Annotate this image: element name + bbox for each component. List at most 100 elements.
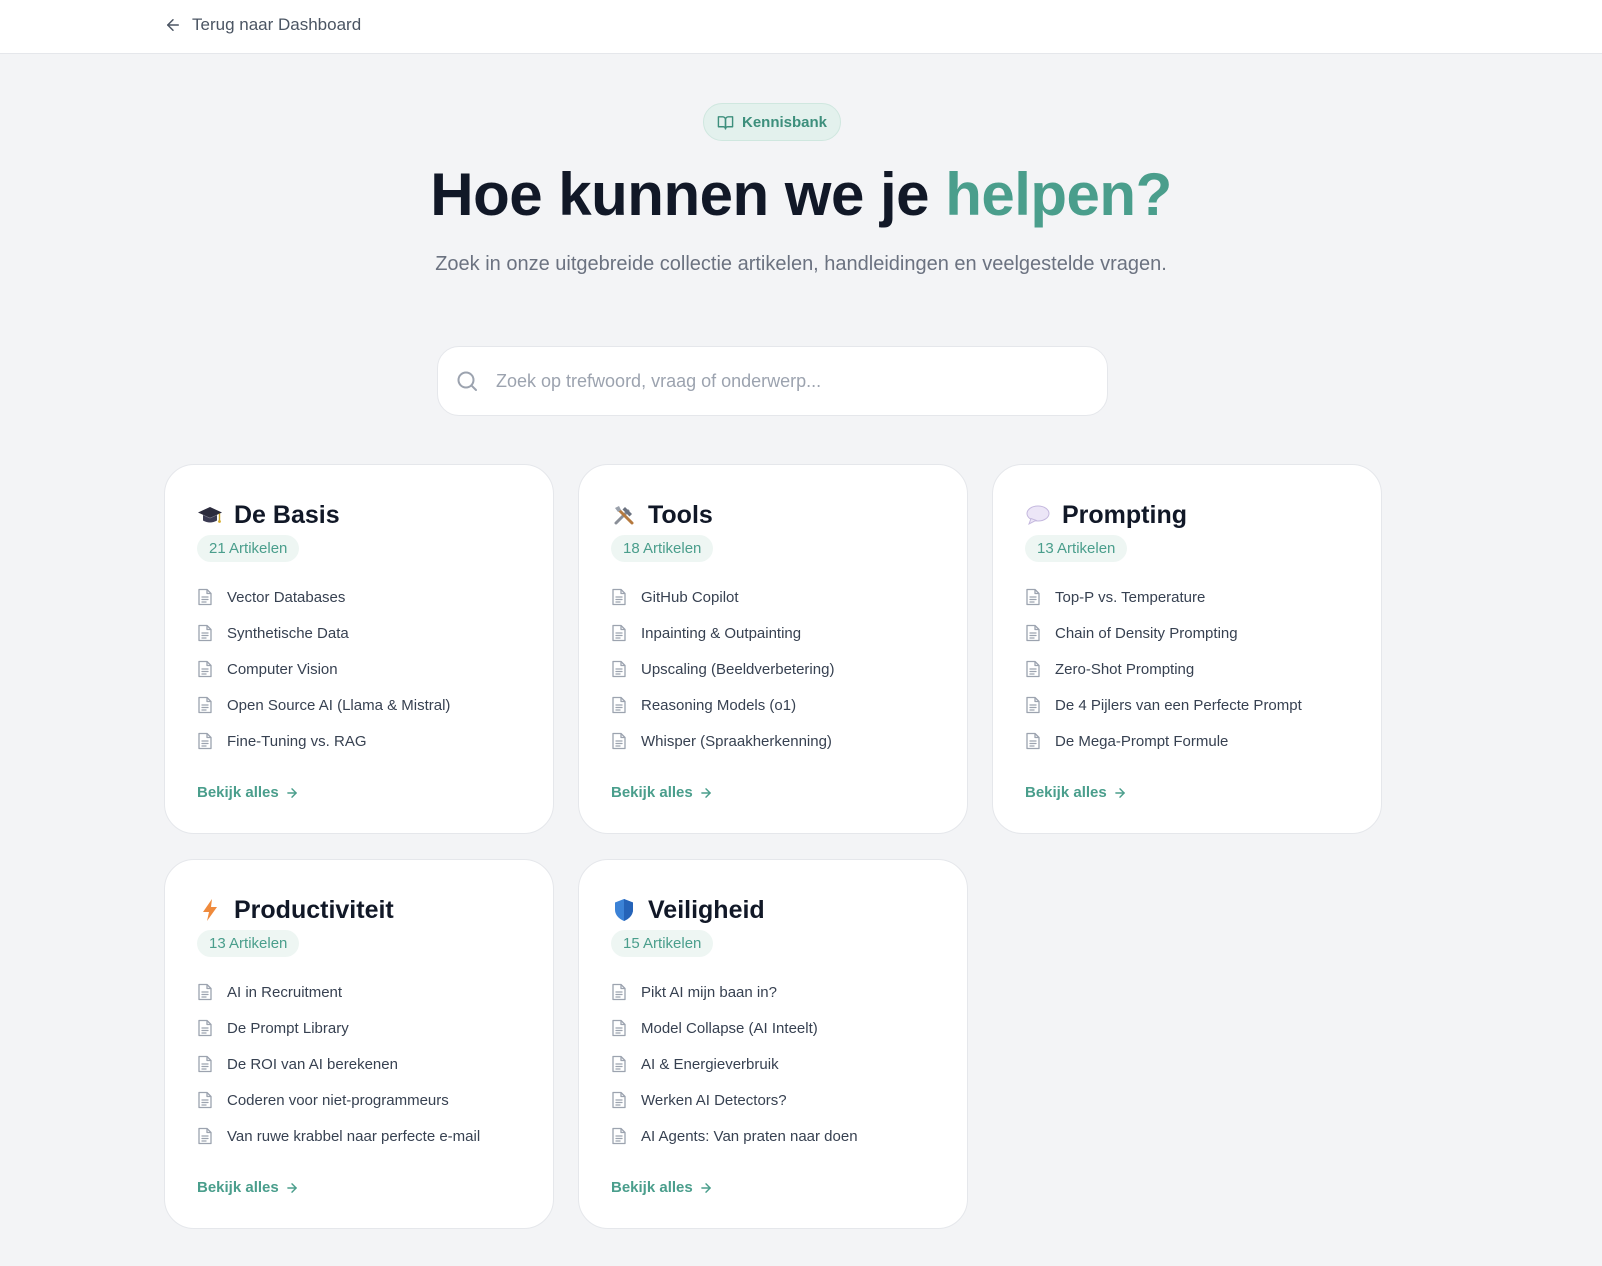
article-title: Top-P vs. Temperature xyxy=(1055,588,1206,606)
card-header: De Basis xyxy=(197,499,521,531)
article-link[interactable]: De Prompt Library xyxy=(197,1010,521,1046)
article-link[interactable]: Inpainting & Outpainting xyxy=(611,615,935,651)
document-icon xyxy=(198,732,212,750)
article-link[interactable]: AI in Recruitment xyxy=(197,974,521,1010)
tools-icon xyxy=(611,502,637,528)
graduation-cap-icon xyxy=(197,502,223,528)
arrow-right-icon xyxy=(286,1182,297,1193)
search-box[interactable] xyxy=(437,346,1108,416)
card-header: Prompting xyxy=(1025,499,1349,531)
document-icon xyxy=(1026,732,1040,750)
article-title: Vector Databases xyxy=(227,588,346,606)
document-icon xyxy=(612,1019,626,1037)
article-link[interactable]: Reasoning Models (o1) xyxy=(611,687,935,723)
article-title: De Mega-Prompt Formule xyxy=(1055,732,1229,750)
article-title: Synthetische Data xyxy=(227,624,349,642)
document-icon xyxy=(612,983,626,1001)
article-count-badge: 15 Artikelen xyxy=(611,930,714,957)
article-list: Top-P vs. Temperature Chain of Density Pr… xyxy=(1025,579,1349,759)
document-icon xyxy=(198,1127,212,1145)
see-all-link[interactable]: Bekijk alles xyxy=(611,1179,713,1196)
article-link[interactable]: Werken AI Detectors? xyxy=(611,1082,935,1118)
top-bar: Terug naar Dashboard xyxy=(0,0,1602,54)
category-card: Tools 18 Artikelen GitHub Copilot Inpaintin… xyxy=(578,464,968,834)
article-title: Fine-Tuning vs. RAG xyxy=(227,732,367,750)
card-title[interactable]: Productiviteit xyxy=(234,896,394,925)
document-icon xyxy=(198,1091,212,1109)
article-title: Open Source AI (Llama & Mistral) xyxy=(227,696,451,714)
article-link[interactable]: Upscaling (Beeldverbetering) xyxy=(611,651,935,687)
article-title: Whisper (Spraakherkenning) xyxy=(641,732,832,750)
search-input[interactable] xyxy=(496,370,1076,392)
article-title: AI Agents: Van praten naar doen xyxy=(641,1127,858,1145)
article-title: AI in Recruitment xyxy=(227,983,343,1001)
article-title: Pikt AI mijn baan in? xyxy=(641,983,777,1001)
see-all-link[interactable]: Bekijk alles xyxy=(611,784,713,801)
see-all-label: Bekijk alles xyxy=(611,784,693,801)
document-icon xyxy=(198,696,212,714)
article-link[interactable]: GitHub Copilot xyxy=(611,579,935,615)
article-list: GitHub Copilot Inpainting & Outpainting Up… xyxy=(611,579,935,759)
page-subtitle: Zoek in onze uitgebreide collectie artik… xyxy=(435,253,1167,275)
page-title: Hoe kunnen we je helpen? xyxy=(0,160,1602,229)
article-link[interactable]: Computer Vision xyxy=(197,651,521,687)
article-link[interactable]: Van ruwe krabbel naar perfecte e-mail xyxy=(197,1118,521,1154)
document-icon xyxy=(198,1055,212,1073)
card-title[interactable]: Veiligheid xyxy=(648,896,765,925)
document-icon xyxy=(198,588,212,606)
card-header: Veiligheid xyxy=(611,894,935,926)
article-link[interactable]: Vector Databases xyxy=(197,579,521,615)
article-link[interactable]: Coderen voor niet-programmeurs xyxy=(197,1082,521,1118)
article-link[interactable]: Chain of Density Prompting xyxy=(1025,615,1349,651)
card-title[interactable]: Tools xyxy=(648,501,713,530)
arrow-right-icon xyxy=(286,787,297,798)
article-title: Chain of Density Prompting xyxy=(1055,624,1238,642)
document-icon xyxy=(198,624,212,642)
article-link[interactable]: De 4 Pijlers van een Perfecte Prompt xyxy=(1025,687,1349,723)
document-icon xyxy=(612,1055,626,1073)
see-all-label: Bekijk alles xyxy=(197,784,279,801)
article-title: Werken AI Detectors? xyxy=(641,1091,787,1109)
title-accent: helpen? xyxy=(945,161,1172,228)
article-title: Inpainting & Outpainting xyxy=(641,624,802,642)
document-icon xyxy=(612,624,626,642)
document-icon xyxy=(1026,660,1040,678)
article-link[interactable]: AI Agents: Van praten naar doen xyxy=(611,1118,935,1154)
document-icon xyxy=(1026,696,1040,714)
title-main: Hoe kunnen we je xyxy=(430,161,946,228)
document-icon xyxy=(612,1127,626,1145)
document-icon xyxy=(612,696,626,714)
article-link[interactable]: Open Source AI (Llama & Mistral) xyxy=(197,687,521,723)
article-link[interactable]: AI & Energieverbruik xyxy=(611,1046,935,1082)
see-all-link[interactable]: Bekijk alles xyxy=(197,1179,299,1196)
article-count-badge: 13 Artikelen xyxy=(1025,535,1128,562)
article-link[interactable]: De Mega-Prompt Formule xyxy=(1025,723,1349,759)
book-open-icon xyxy=(717,115,734,130)
category-card: De Basis 21 Artikelen Vector Databases Synt… xyxy=(164,464,554,834)
article-title: De ROI van AI berekenen xyxy=(227,1055,398,1073)
search-icon xyxy=(457,371,477,391)
article-link[interactable]: Model Collapse (AI Inteelt) xyxy=(611,1010,935,1046)
document-icon xyxy=(612,660,626,678)
card-title[interactable]: Prompting xyxy=(1062,501,1187,530)
see-all-link[interactable]: Bekijk alles xyxy=(1025,784,1127,801)
article-link[interactable]: De ROI van AI berekenen xyxy=(197,1046,521,1082)
category-card: Veiligheid 15 Artikelen Pikt AI mijn baan … xyxy=(578,859,968,1229)
document-icon xyxy=(612,732,626,750)
article-link[interactable]: Whisper (Spraakherkenning) xyxy=(611,723,935,759)
article-link[interactable]: Zero-Shot Prompting xyxy=(1025,651,1349,687)
article-link[interactable]: Synthetische Data xyxy=(197,615,521,651)
article-link[interactable]: Pikt AI mijn baan in? xyxy=(611,974,935,1010)
article-title: Model Collapse (AI Inteelt) xyxy=(641,1019,818,1037)
article-title: Computer Vision xyxy=(227,660,338,678)
arrow-left-icon xyxy=(167,19,179,31)
card-title[interactable]: De Basis xyxy=(234,501,340,530)
article-title: Reasoning Models (o1) xyxy=(641,696,797,714)
back-to-dashboard-link[interactable]: Terug naar Dashboard xyxy=(164,15,361,35)
article-list: AI in Recruitment De Prompt Library De ROI… xyxy=(197,974,521,1154)
article-link[interactable]: Top-P vs. Temperature xyxy=(1025,579,1349,615)
see-all-link[interactable]: Bekijk alles xyxy=(197,784,299,801)
article-title: Van ruwe krabbel naar perfecte e-mail xyxy=(227,1127,481,1145)
article-link[interactable]: Fine-Tuning vs. RAG xyxy=(197,723,521,759)
category-grid: De Basis 21 Artikelen Vector Databases Synt… xyxy=(164,464,1382,1229)
